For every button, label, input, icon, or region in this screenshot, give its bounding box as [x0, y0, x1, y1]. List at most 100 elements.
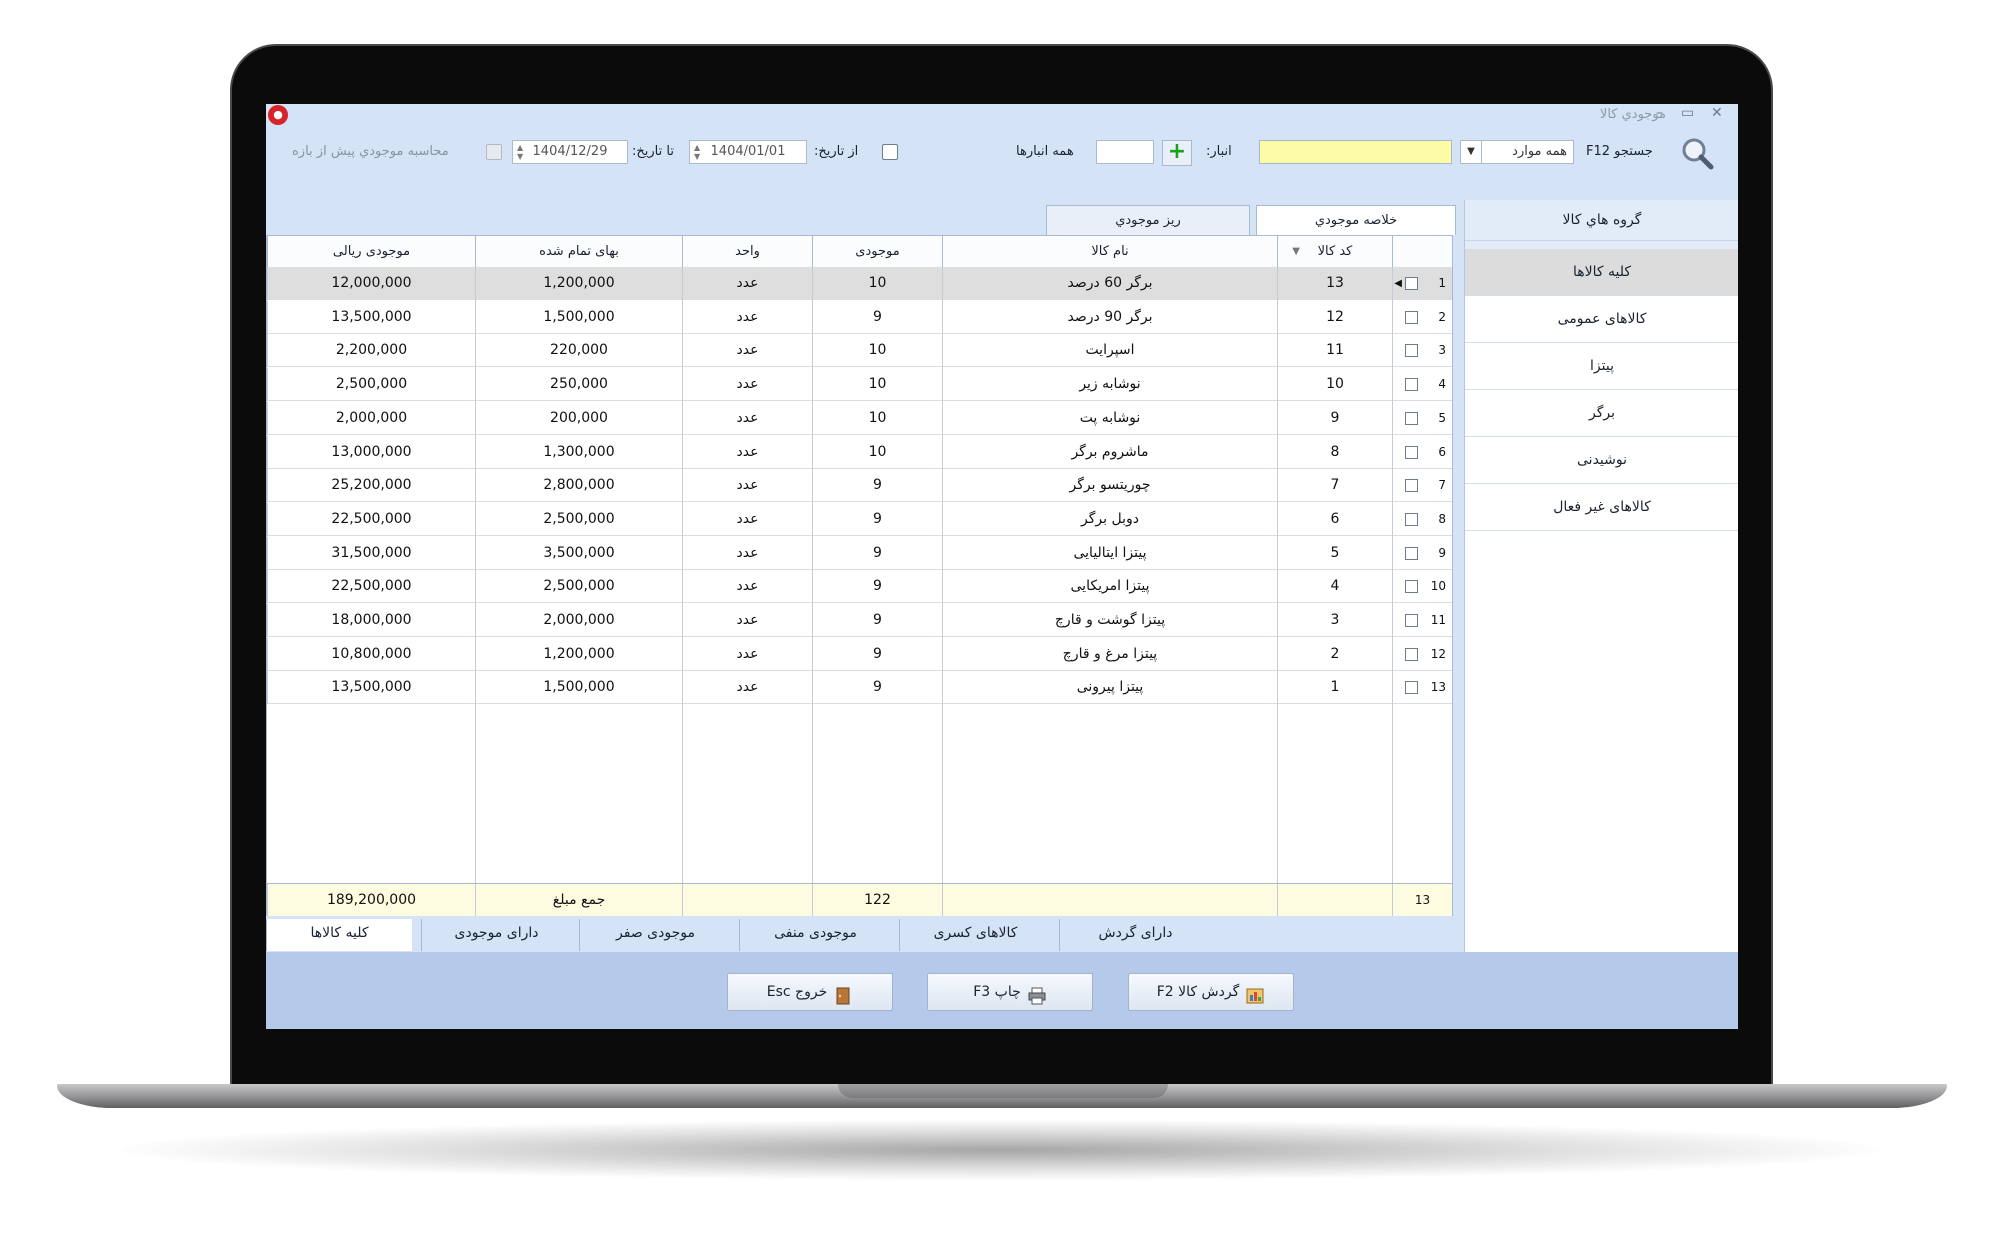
- row-indicator[interactable]: 3: [1392, 334, 1452, 368]
- cell-name: نوشابه زیر: [942, 368, 1277, 402]
- row-indicator[interactable]: 1 ◀: [1392, 267, 1452, 300]
- row-checkbox[interactable]: [1405, 445, 1418, 459]
- row-indicator-header: [1392, 236, 1452, 267]
- tab-zero-stock[interactable]: موجودی صفر: [579, 919, 731, 951]
- row-indicator[interactable]: 4: [1392, 368, 1452, 402]
- title-bar: موجودي كالا ✕ ▭ – ●: [266, 104, 1738, 127]
- table-row[interactable]: 2 12 برگر 90 درصد 9 عدد 1,500,000 13,500,000: [267, 300, 1452, 334]
- tab-negative-stock[interactable]: موجودی منفی: [739, 919, 891, 951]
- column-header[interactable]: بهای تمام شده: [475, 236, 682, 267]
- row-indicator[interactable]: 6: [1392, 435, 1452, 469]
- cell-unit: عدد: [682, 267, 812, 300]
- cell-price: 1,300,000: [475, 435, 682, 469]
- row-indicator[interactable]: 11: [1392, 604, 1452, 637]
- maximize-icon[interactable]: ▭: [1681, 105, 1694, 121]
- from-date-value: 1404/01/01: [710, 144, 786, 159]
- row-indicator[interactable]: 12: [1392, 637, 1452, 671]
- cell-unit: عدد: [682, 334, 812, 368]
- row-indicator[interactable]: 9: [1392, 536, 1452, 570]
- column-header[interactable]: نام کالا: [942, 236, 1277, 267]
- row-indicator[interactable]: 13: [1392, 671, 1452, 705]
- exit-button[interactable]: خروج Esc: [727, 973, 893, 1011]
- tab-all-goods[interactable]: کلیه کالاها: [266, 919, 412, 951]
- from-date-field[interactable]: ▲ ▼ 1404/01/01: [689, 140, 807, 164]
- spinner-icon[interactable]: ▲ ▼: [694, 143, 700, 161]
- spinner-icon[interactable]: ▲ ▼: [517, 143, 523, 161]
- cell-price: 3,500,000: [475, 536, 682, 570]
- table-row[interactable]: 9 5 پیتزا ایتالیایی 9 عدد 3,500,000 31,500,000: [267, 536, 1452, 570]
- row-checkbox[interactable]: [1405, 580, 1418, 594]
- group-item[interactable]: نوشیدنی: [1465, 437, 1738, 484]
- tab-in-stock[interactable]: دارای موجودی: [421, 919, 571, 951]
- row-indicator[interactable]: 5: [1392, 401, 1452, 435]
- group-item[interactable]: برگر: [1465, 390, 1738, 437]
- search-icon[interactable]: [1680, 136, 1714, 170]
- search-input[interactable]: [1259, 140, 1452, 164]
- row-checkbox[interactable]: [1405, 647, 1418, 661]
- cell-code: 3: [1277, 604, 1392, 637]
- tab-detail[interactable]: ريز موجودي: [1046, 205, 1250, 235]
- row-checkbox[interactable]: [1405, 411, 1418, 425]
- row-checkbox[interactable]: [1405, 277, 1418, 290]
- table-row[interactable]: 12 2 پیتزا مرغ و قارچ 9 عدد 1,200,000 10,800,0…: [267, 637, 1452, 671]
- column-header[interactable]: موجودی: [812, 236, 942, 267]
- to-date-field[interactable]: ▲ ▼ 1404/12/29: [512, 140, 628, 164]
- tab-turnover[interactable]: دارای گردش: [1059, 919, 1211, 951]
- row-checkbox[interactable]: [1405, 512, 1418, 526]
- add-warehouse-button[interactable]: +: [1162, 140, 1192, 166]
- table-row[interactable]: 11 3 پیتزا گوشت و قارچ 9 عدد 2,000,000 18,000,…: [267, 604, 1452, 637]
- tab-shortage[interactable]: کالاهای کسری: [899, 919, 1051, 951]
- column-header[interactable]: کد کالا ▼: [1277, 236, 1392, 267]
- row-indicator[interactable]: 2: [1392, 300, 1452, 334]
- cell-total: 18,000,000: [267, 604, 475, 637]
- cell-qty: 10: [812, 334, 942, 368]
- tab-summary[interactable]: خلاصه موجودي: [1256, 205, 1456, 235]
- table-row[interactable]: 7 7 چوریتسو برگر 9 عدد 2,800,000 25,200,000: [267, 469, 1452, 503]
- group-item[interactable]: کلیه کالاها: [1465, 249, 1738, 296]
- table-row[interactable]: 8 6 دوبل برگر 9 عدد 2,500,000 22,500,000: [267, 502, 1452, 536]
- close-icon[interactable]: ✕: [1711, 105, 1723, 121]
- column-header[interactable]: موجودی ریالی: [267, 236, 475, 267]
- warehouse-label: انبار:: [1206, 144, 1232, 159]
- print-button[interactable]: چاپ F3: [927, 973, 1093, 1011]
- table-row[interactable]: 3 11 اسپرایت 10 عدد 220,000 2,200,000: [267, 334, 1452, 368]
- calc-before-checkbox[interactable]: [486, 144, 502, 160]
- exit-label: خروج Esc: [766, 984, 828, 1000]
- row-checkbox[interactable]: [1405, 479, 1418, 493]
- filter-select[interactable]: همه موارد ▼: [1460, 140, 1574, 164]
- cell-price: 1,500,000: [475, 671, 682, 705]
- row-number: 13: [1430, 680, 1446, 695]
- all-warehouses-label: همه انبارها: [1016, 144, 1074, 159]
- row-checkbox[interactable]: [1405, 344, 1418, 358]
- row-checkbox[interactable]: [1405, 310, 1418, 324]
- row-checkbox[interactable]: [1405, 681, 1418, 695]
- table-row[interactable]: 5 9 نوشابه پت 10 عدد 200,000 2,000,000: [267, 401, 1452, 435]
- group-item[interactable]: کالاهای غیر فعال: [1465, 484, 1738, 531]
- footer-cell: [1277, 884, 1392, 916]
- row-indicator[interactable]: 7: [1392, 469, 1452, 503]
- table-row[interactable]: 1 ◀ 13 برگر 60 درصد 10 عدد 1,200,000 12,000,000: [267, 267, 1452, 300]
- table-row[interactable]: 10 4 پیتزا امریکایی 9 عدد 2,500,000 22,500,000: [267, 570, 1452, 604]
- cell-code: 6: [1277, 502, 1392, 536]
- row-indicator[interactable]: 8: [1392, 502, 1452, 536]
- footer-cell: [682, 884, 812, 916]
- cell-code: 12: [1277, 300, 1392, 334]
- from-date-checkbox[interactable]: [882, 144, 898, 160]
- cell-unit: عدد: [682, 536, 812, 570]
- table-row[interactable]: 13 1 پیتزا پیرونی 9 عدد 1,500,000 13,500,000: [267, 671, 1452, 705]
- table-row[interactable]: 6 8 ماشروم برگر 10 عدد 1,300,000 13,000,000: [267, 435, 1452, 469]
- cell-total: 22,500,000: [267, 570, 475, 604]
- group-item[interactable]: پیتزا: [1465, 343, 1738, 390]
- column-header[interactable]: واحد: [682, 236, 812, 267]
- cell-qty: 10: [812, 267, 942, 300]
- turnover-button[interactable]: گردش کالا F2: [1128, 973, 1294, 1011]
- row-indicator[interactable]: 10: [1392, 570, 1452, 604]
- row-checkbox[interactable]: [1405, 546, 1418, 560]
- row-checkbox[interactable]: [1405, 614, 1418, 627]
- warehouse-input[interactable]: [1096, 140, 1154, 164]
- group-item[interactable]: کالاهای عمومی: [1465, 296, 1738, 343]
- table-row[interactable]: 4 10 نوشابه زیر 10 عدد 250,000 2,500,000: [267, 368, 1452, 402]
- groups-title: گروه هاي كالا: [1465, 200, 1738, 241]
- minimize-icon[interactable]: –: [1656, 105, 1663, 121]
- row-checkbox[interactable]: [1405, 378, 1418, 392]
